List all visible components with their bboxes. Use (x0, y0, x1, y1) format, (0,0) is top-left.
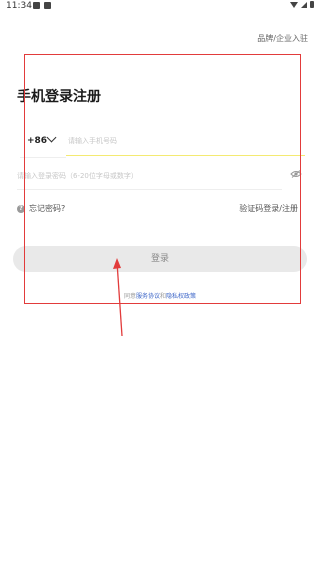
status-icons-right (290, 1, 314, 8)
sms-login-link[interactable]: 验证码登录/注册 (239, 203, 298, 214)
battery-icon (310, 1, 314, 8)
service-agreement-link[interactable]: 服务协议 (136, 293, 160, 300)
agreement-prefix: 同意 (123, 293, 136, 300)
password-input[interactable] (17, 162, 282, 190)
phone-input[interactable] (66, 126, 305, 156)
eye-off-icon[interactable] (290, 170, 302, 178)
country-code-selector[interactable]: +86 (27, 136, 47, 146)
help-icon: ? (17, 204, 25, 213)
forgot-password-label: 忘记密码? (29, 204, 66, 213)
login-button[interactable]: 登录 (13, 246, 307, 272)
status-icons-left (33, 2, 51, 9)
wifi-icon (290, 1, 298, 8)
forgot-password-link[interactable]: ? 忘记密码? (17, 203, 65, 214)
brand-enterprise-link[interactable]: 品牌/企业入驻 (257, 33, 308, 44)
status-time: 11:34 (6, 1, 32, 11)
page-title: 手机登录注册 (17, 89, 101, 105)
privacy-policy-link[interactable]: 隐私权政策 (166, 293, 196, 300)
country-code-underline (20, 157, 66, 158)
signal-icon (301, 1, 307, 8)
image-icon (33, 2, 40, 9)
chevron-down-icon[interactable] (46, 132, 57, 143)
agreement-text: 同意服务协议和隐私权政策 (0, 291, 320, 300)
notification-icon (44, 2, 51, 9)
